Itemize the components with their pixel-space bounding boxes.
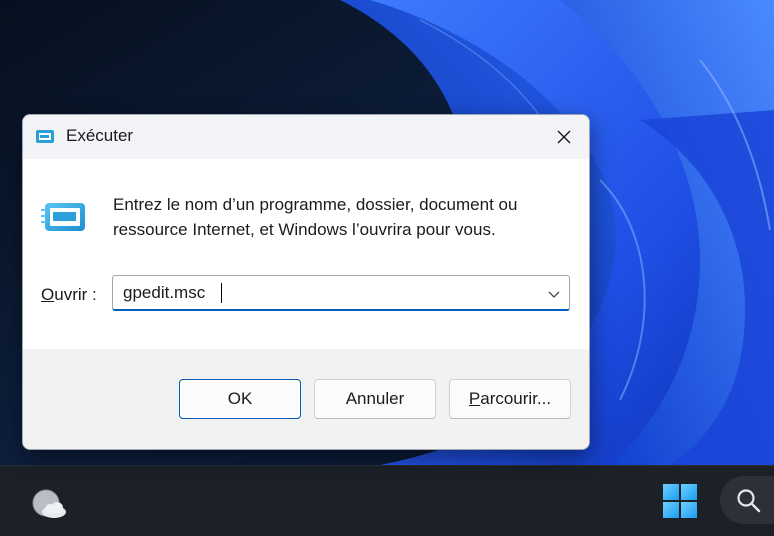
dialog-title: Exécuter	[66, 126, 134, 145]
taskbar-search-button[interactable]	[720, 476, 774, 524]
taskbar	[0, 465, 774, 536]
run-app-icon	[35, 128, 55, 151]
dialog-description: Entrez le nom d’un programme, dossier, d…	[113, 195, 518, 239]
start-button[interactable]	[660, 481, 700, 521]
browse-mnemonic: P	[468, 389, 481, 408]
search-icon	[737, 489, 761, 513]
dialog-content: Entrez le nom d’un programme, dossier, d…	[23, 159, 589, 349]
open-input[interactable]	[123, 276, 523, 309]
cancel-button[interactable]: Annuler	[314, 379, 436, 419]
dialog-titlebar[interactable]: Exécuter	[23, 115, 589, 159]
run-program-icon	[41, 200, 87, 241]
browse-button[interactable]: Parcourir...	[449, 379, 571, 419]
dialog-footer: OK Annuler Parcourir...	[23, 349, 589, 449]
close-icon	[557, 130, 571, 144]
windows-logo-icon	[663, 484, 697, 518]
ok-button[interactable]: OK	[179, 379, 301, 419]
close-button[interactable]	[539, 115, 589, 159]
open-label-text: uvrir :	[54, 285, 97, 304]
browse-label: arcourir...	[480, 389, 552, 408]
open-combobox[interactable]	[112, 275, 570, 311]
weather-cloud-icon[interactable]	[30, 487, 70, 521]
chevron-down-icon[interactable]	[547, 287, 561, 305]
open-label: Ouvrir :	[41, 285, 97, 305]
text-caret	[221, 283, 222, 303]
open-label-mnemonic: O	[41, 285, 55, 304]
run-dialog: Exécuter Entrez le nom d’un programme, d…	[22, 114, 590, 450]
